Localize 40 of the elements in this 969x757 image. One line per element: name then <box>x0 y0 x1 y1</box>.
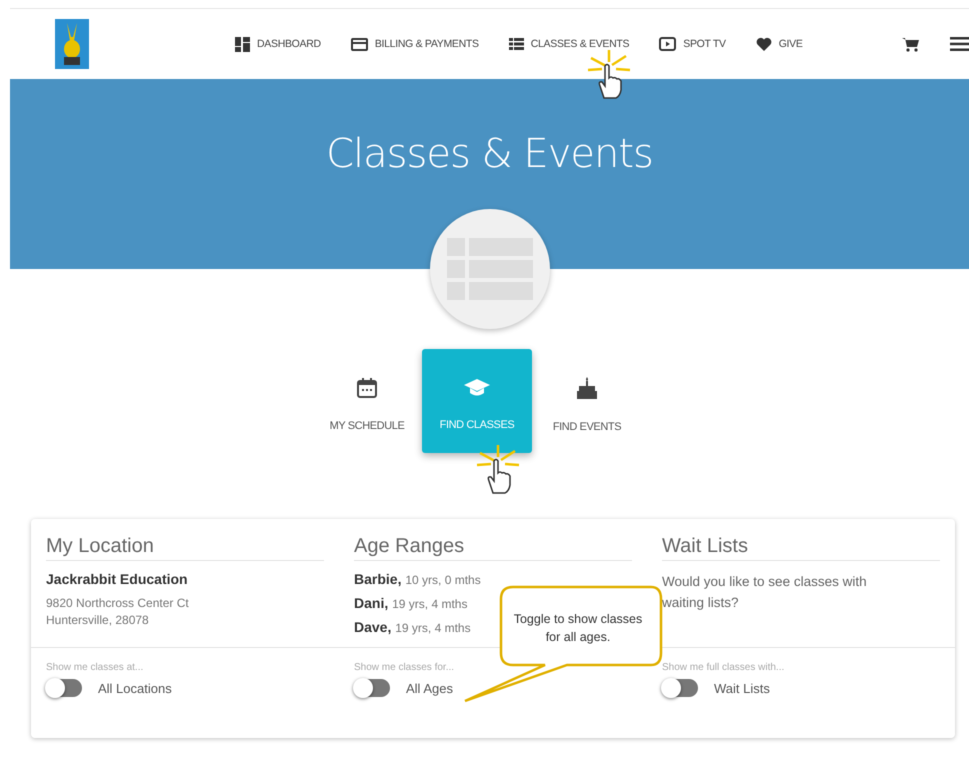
toggle-caption: Show me classes at... <box>46 662 144 673</box>
person-age: Barbie, 10 yrs, 0 mths <box>354 571 481 589</box>
callout-text: Toggle to show classes for all ages. <box>513 611 643 646</box>
section-tab[interactable]: FIND EVENTS <box>532 349 642 453</box>
section-tab[interactable]: MY SCHEDULE <box>312 349 422 453</box>
nav-link[interactable]: DASHBOARD <box>235 36 321 52</box>
nav-link[interactable]: GIVE <box>756 37 803 51</box>
menu-icon[interactable] <box>950 37 969 51</box>
toggle-label: Wait Lists <box>714 680 770 696</box>
hand-cursor-drawing <box>586 50 632 100</box>
dashboard-icon <box>235 36 250 52</box>
panel-title: My Location <box>46 535 324 561</box>
nav-link[interactable]: SPOT TV <box>659 36 726 52</box>
hand-cursor-drawing <box>475 445 521 495</box>
person-age: Dave, 19 yrs, 4 mths <box>354 619 471 637</box>
heart-icon <box>756 37 772 51</box>
toggle-switch[interactable] <box>46 679 82 697</box>
toggle-switch[interactable] <box>662 679 698 697</box>
nav-link[interactable]: CLASSES & EVENTS <box>508 38 630 50</box>
graduation-cap-icon <box>464 378 490 396</box>
toggle-caption: Show me full classes with... <box>662 662 786 673</box>
cake-icon <box>576 376 598 398</box>
toggle-label: All Ages <box>406 680 453 696</box>
person-age: Dani, 19 yrs, 4 mths <box>354 595 468 613</box>
play-screen-icon <box>659 36 676 52</box>
rabbit-logo[interactable] <box>55 19 89 69</box>
panel-title: Wait Lists <box>662 535 940 561</box>
nav-link[interactable]: BILLING & PAYMENTS <box>350 38 479 50</box>
credit-card-icon <box>350 38 368 50</box>
toggle-switch[interactable] <box>354 679 390 697</box>
location-name: Jackrabbit Education <box>46 571 189 587</box>
panel-title: Age Ranges <box>354 535 632 561</box>
calendar-icon <box>357 378 377 398</box>
toggle-caption: Show me classes for... <box>354 662 456 673</box>
cart-icon[interactable] <box>902 36 919 52</box>
address-line: 9820 Northcross Center Ct <box>46 595 190 612</box>
page-title: Classes & Events <box>326 131 653 179</box>
toggle-label: All Locations <box>98 680 172 696</box>
list-icon <box>508 38 524 50</box>
address-line: Huntersville, 28078 <box>46 612 150 629</box>
